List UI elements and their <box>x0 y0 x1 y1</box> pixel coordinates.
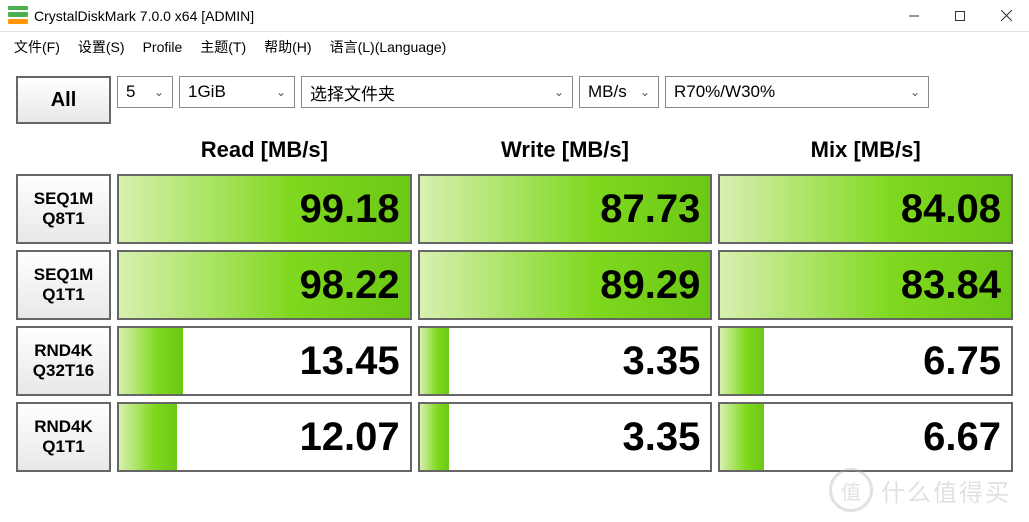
test-button[interactable]: RND4KQ32T16 <box>16 326 111 396</box>
close-button[interactable] <box>983 0 1029 32</box>
menu-language[interactable]: 语言(L)(Language) <box>322 33 455 61</box>
result-cell-mix: 6.75 <box>718 326 1013 396</box>
bench-row: RND4KQ1T1 12.07 3.35 6.67 <box>16 402 1013 472</box>
maximize-button[interactable] <box>937 0 983 32</box>
test-label-2: Q8T1 <box>42 209 85 229</box>
test-count-dropdown[interactable]: 5 ⌄ <box>117 76 173 108</box>
menu-help[interactable]: 帮助(H) <box>256 33 319 61</box>
titlebar: CrystalDiskMark 7.0.0 x64 [ADMIN] <box>0 0 1029 32</box>
close-icon <box>1001 10 1012 21</box>
target-dropdown[interactable]: 选择文件夹 ⌄ <box>301 76 573 108</box>
chevron-down-icon: ⌄ <box>554 85 564 99</box>
chevron-down-icon: ⌄ <box>154 85 164 99</box>
content-area: All 5 ⌄ 1GiB ⌄ 选择文件夹 ⌄ MB/s ⌄ <box>0 62 1029 482</box>
result-cell-read: 98.22 <box>117 250 412 320</box>
target-value: 选择文件夹 <box>310 80 395 105</box>
result-value: 13.45 <box>300 339 400 384</box>
test-label-1: SEQ1M <box>34 189 94 209</box>
result-value: 83.84 <box>901 263 1001 308</box>
result-value: 12.07 <box>300 415 400 460</box>
unit-value: MB/s <box>588 82 627 102</box>
menu-settings[interactable]: 设置(S) <box>70 33 133 61</box>
result-fill <box>720 404 764 470</box>
chevron-down-icon: ⌄ <box>910 85 920 99</box>
minimize-button[interactable] <box>891 0 937 32</box>
toolbar-row: All 5 ⌄ 1GiB ⌄ 选择文件夹 ⌄ MB/s ⌄ <box>16 76 1013 124</box>
test-button[interactable]: RND4KQ1T1 <box>16 402 111 472</box>
menu-theme[interactable]: 主题(T) <box>192 33 254 61</box>
test-label-2: Q1T1 <box>42 285 85 305</box>
run-all-label: All <box>51 89 77 112</box>
bench-row: SEQ1MQ1T1 98.22 89.29 83.84 <box>16 250 1013 320</box>
result-cell-mix: 83.84 <box>718 250 1013 320</box>
maximize-icon <box>955 11 965 21</box>
test-label-2: Q32T16 <box>33 361 94 381</box>
mix-dropdown[interactable]: R70%/W30% ⌄ <box>665 76 929 108</box>
menu-profile[interactable]: Profile <box>135 35 191 59</box>
result-value: 84.08 <box>901 187 1001 232</box>
result-value: 87.73 <box>600 187 700 232</box>
result-cell-mix: 84.08 <box>718 174 1013 244</box>
result-fill <box>119 328 183 394</box>
result-cell-mix: 6.67 <box>718 402 1013 472</box>
test-label-1: SEQ1M <box>34 265 94 285</box>
result-fill <box>420 404 449 470</box>
test-label-2: Q1T1 <box>42 437 85 457</box>
mix-value: R70%/W30% <box>674 82 775 102</box>
result-value: 6.67 <box>923 415 1001 460</box>
unit-dropdown[interactable]: MB/s ⌄ <box>579 76 659 108</box>
run-all-button[interactable]: All <box>16 76 111 124</box>
app-icon <box>8 6 28 26</box>
header-mix: Mix [MB/s] <box>718 132 1013 168</box>
result-cell-write: 3.35 <box>418 326 713 396</box>
result-value: 3.35 <box>622 415 700 460</box>
test-label-1: RND4K <box>34 417 93 437</box>
result-value: 98.22 <box>300 263 400 308</box>
bench-row: RND4KQ32T16 13.45 3.35 6.75 <box>16 326 1013 396</box>
result-cell-write: 3.35 <box>418 402 713 472</box>
header-write: Write [MB/s] <box>418 132 713 168</box>
result-fill <box>420 328 449 394</box>
test-count-value: 5 <box>126 82 135 102</box>
test-label-1: RND4K <box>34 341 93 361</box>
result-value: 6.75 <box>923 339 1001 384</box>
chevron-down-icon: ⌄ <box>640 85 650 99</box>
result-value: 89.29 <box>600 263 700 308</box>
result-fill <box>720 328 764 394</box>
result-fill <box>119 404 177 470</box>
window-title: CrystalDiskMark 7.0.0 x64 [ADMIN] <box>34 8 254 24</box>
minimize-icon <box>909 11 919 21</box>
column-headers: Read [MB/s] Write [MB/s] Mix [MB/s] <box>16 132 1013 168</box>
result-cell-read: 13.45 <box>117 326 412 396</box>
chevron-down-icon: ⌄ <box>276 85 286 99</box>
result-cell-write: 89.29 <box>418 250 713 320</box>
test-button[interactable]: SEQ1MQ8T1 <box>16 174 111 244</box>
result-value: 99.18 <box>300 187 400 232</box>
result-cell-read: 12.07 <box>117 402 412 472</box>
menubar: 文件(F) 设置(S) Profile 主题(T) 帮助(H) 语言(L)(La… <box>0 32 1029 62</box>
bench-row: SEQ1MQ8T1 99.18 87.73 84.08 <box>16 174 1013 244</box>
menu-file[interactable]: 文件(F) <box>6 33 68 61</box>
test-size-value: 1GiB <box>188 82 226 102</box>
result-cell-read: 99.18 <box>117 174 412 244</box>
result-value: 3.35 <box>622 339 700 384</box>
test-size-dropdown[interactable]: 1GiB ⌄ <box>179 76 295 108</box>
result-cell-write: 87.73 <box>418 174 713 244</box>
test-button[interactable]: SEQ1MQ1T1 <box>16 250 111 320</box>
header-read: Read [MB/s] <box>117 132 412 168</box>
